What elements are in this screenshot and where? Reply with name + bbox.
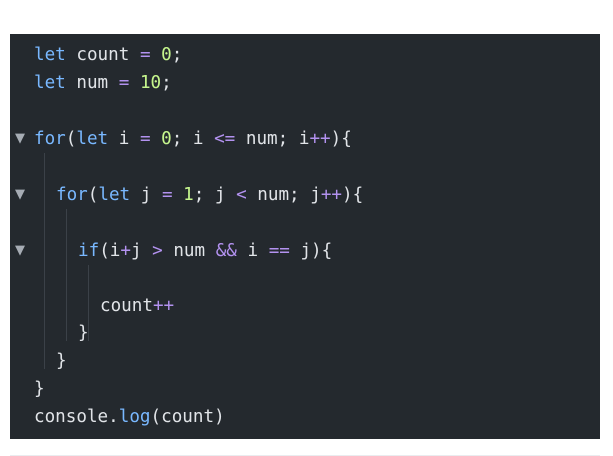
keyword-token: if xyxy=(78,241,100,261)
identifier-token: num; i xyxy=(235,129,310,149)
code-line: for(let j = 1; j < num; j++){ xyxy=(56,183,363,207)
identifier-token: num xyxy=(65,73,119,93)
operator-token: ++ xyxy=(152,296,175,316)
fold-toggle-icon[interactable]: ▼ xyxy=(15,127,25,151)
indent-guide xyxy=(44,153,45,369)
operator-token: == xyxy=(268,241,290,261)
identifier-token: console xyxy=(34,407,109,427)
identifier-token: count xyxy=(65,45,140,65)
number-token: 10 xyxy=(139,73,162,93)
identifier-token: (count) xyxy=(150,407,225,427)
keyword-token: for xyxy=(56,185,88,205)
operator-token: < xyxy=(236,185,247,205)
operator-token: ++ xyxy=(309,129,331,149)
operator-token: && xyxy=(215,241,237,261)
punctuation-token: ; xyxy=(161,73,172,93)
code-editor[interactable]: ▼ ▼ ▼ let count = 0; let num = 10; for(l… xyxy=(10,34,600,439)
keyword-token: let xyxy=(76,129,109,149)
closing-brace: } xyxy=(56,351,67,371)
punctuation-token: ){ xyxy=(342,185,364,205)
punctuation-token: . xyxy=(108,407,119,427)
fold-toggle-icon[interactable]: ▼ xyxy=(15,239,25,263)
function-token: log xyxy=(118,407,151,427)
identifier-token: num; j xyxy=(246,185,321,205)
identifier-token: ; i xyxy=(171,129,215,149)
closing-brace: } xyxy=(34,379,45,399)
code-line: } xyxy=(56,349,67,373)
punctuation-token: ; xyxy=(171,45,183,65)
code-line: } xyxy=(78,321,89,345)
identifier-token: j xyxy=(130,241,153,261)
code-line: let count = 0; xyxy=(34,43,182,67)
keyword-token: let xyxy=(98,185,131,205)
identifier-token: count xyxy=(100,296,153,316)
code-line: } xyxy=(34,377,45,401)
keyword-token: let xyxy=(34,73,66,93)
keyword-token: let xyxy=(34,45,66,65)
operator-token: = xyxy=(161,185,173,205)
operator-token: + xyxy=(120,241,131,261)
punctuation-token: ){ xyxy=(330,129,352,149)
punctuation-token: j){ xyxy=(289,241,333,261)
operator-token: = xyxy=(139,45,151,65)
fold-toggle-icon[interactable]: ▼ xyxy=(15,183,25,207)
identifier-token: i xyxy=(108,129,140,149)
operator-token: <= xyxy=(214,129,236,149)
keyword-token: for xyxy=(34,129,66,149)
operator-token: ++ xyxy=(320,185,343,205)
identifier-token: i xyxy=(236,241,269,261)
number-token: 0 xyxy=(161,45,172,65)
code-line: console.log(count) xyxy=(34,405,225,429)
code-line: for(let i = 0; i <= num; i++){ xyxy=(34,127,352,151)
identifier-token: ; j xyxy=(193,185,237,205)
punctuation-token: ( xyxy=(65,129,77,149)
closing-brace: } xyxy=(78,323,89,343)
number-token: 1 xyxy=(183,185,194,205)
identifier-token: (i xyxy=(99,241,121,261)
operator-token: = xyxy=(118,73,130,93)
identifier-token: j xyxy=(130,185,162,205)
code-line: count++ xyxy=(100,294,174,318)
code-line: let num = 10; xyxy=(34,71,172,95)
identifier-token: num xyxy=(162,241,216,261)
number-token: 0 xyxy=(161,129,172,149)
operator-token: = xyxy=(139,129,151,149)
punctuation-token: ( xyxy=(87,185,99,205)
operator-token: > xyxy=(152,241,163,261)
indent-guide xyxy=(66,209,67,341)
code-line: if(i+j > num && i == j){ xyxy=(78,239,332,263)
